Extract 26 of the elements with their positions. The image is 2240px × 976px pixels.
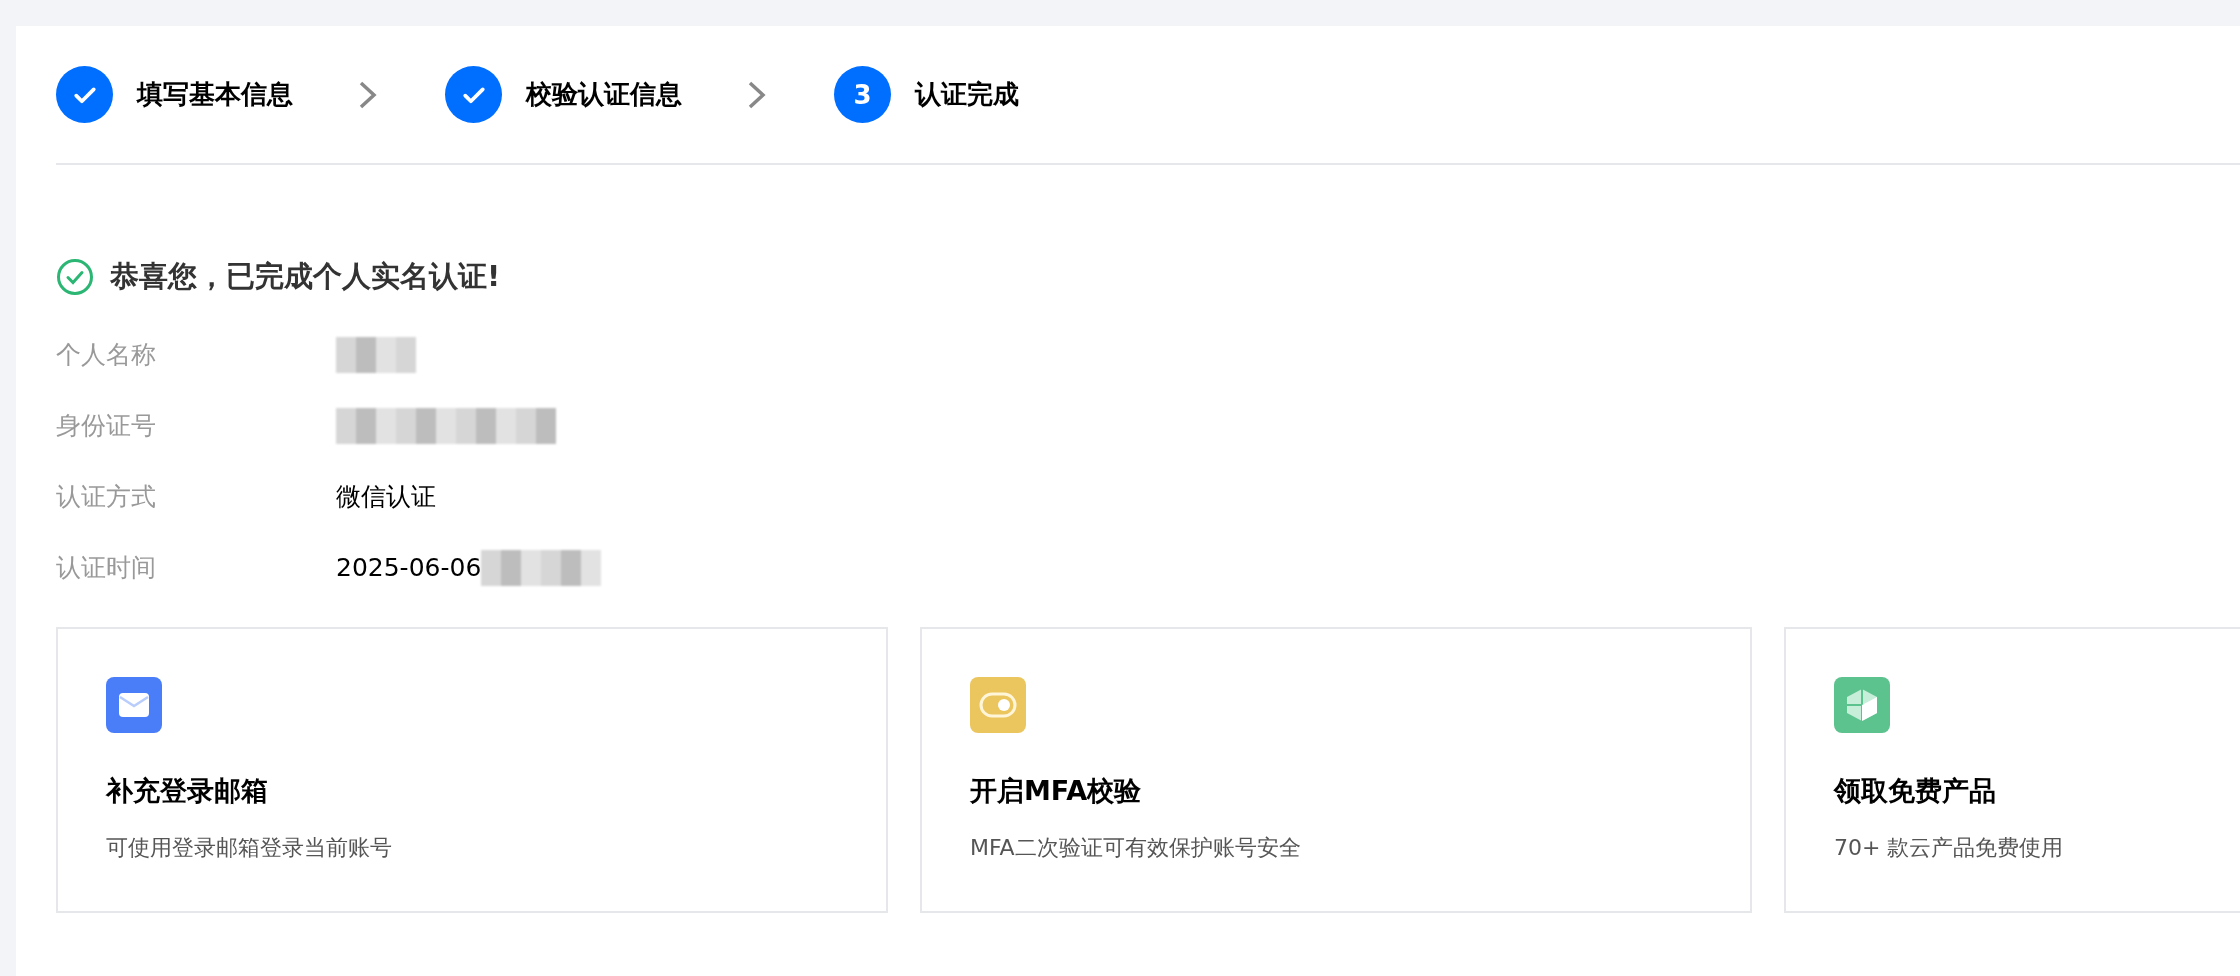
feature-card[interactable]: 领取免费产品 70+ 款云产品免费使用	[1784, 627, 2240, 913]
step-label: 认证完成	[915, 78, 1019, 111]
detail-label: 个人名称	[56, 339, 157, 371]
detail-label: 身份证号	[56, 410, 157, 442]
step-number: 3	[834, 66, 891, 123]
feature-card[interactable]: 补充登录邮箱 可使用登录邮箱登录当前账号	[56, 627, 888, 913]
cube-icon	[1846, 688, 1878, 722]
feature-card[interactable]: 开启MFA校验 MFA二次验证可有效保护账号安全	[920, 627, 1752, 913]
card-description: 可使用登录邮箱登录当前账号	[106, 834, 393, 862]
detail-label: 认证时间	[56, 552, 157, 584]
card-description: 70+ 款云产品免费使用	[1834, 834, 2065, 862]
chevron-right-icon	[357, 79, 379, 110]
step-label: 校验认证信息	[526, 78, 682, 111]
step-label: 填写基本信息	[137, 78, 293, 111]
envelope-icon	[118, 692, 150, 718]
detail-value: 2025-06-06	[336, 553, 482, 582]
card-title: 补充登录邮箱	[106, 774, 269, 808]
card-title: 领取免费产品	[1834, 774, 1997, 808]
card-title: 开启MFA校验	[970, 774, 1143, 808]
detail-label: 认证方式	[56, 481, 157, 513]
toggle-icon	[979, 692, 1017, 718]
card-description: MFA二次验证可有效保护账号安全	[970, 834, 1302, 862]
success-check-icon	[56, 258, 94, 296]
detail-value: 微信认证	[336, 481, 436, 513]
chevron-right-icon	[746, 79, 768, 110]
success-title: 恭喜您，已完成个人实名认证!	[110, 258, 501, 295]
